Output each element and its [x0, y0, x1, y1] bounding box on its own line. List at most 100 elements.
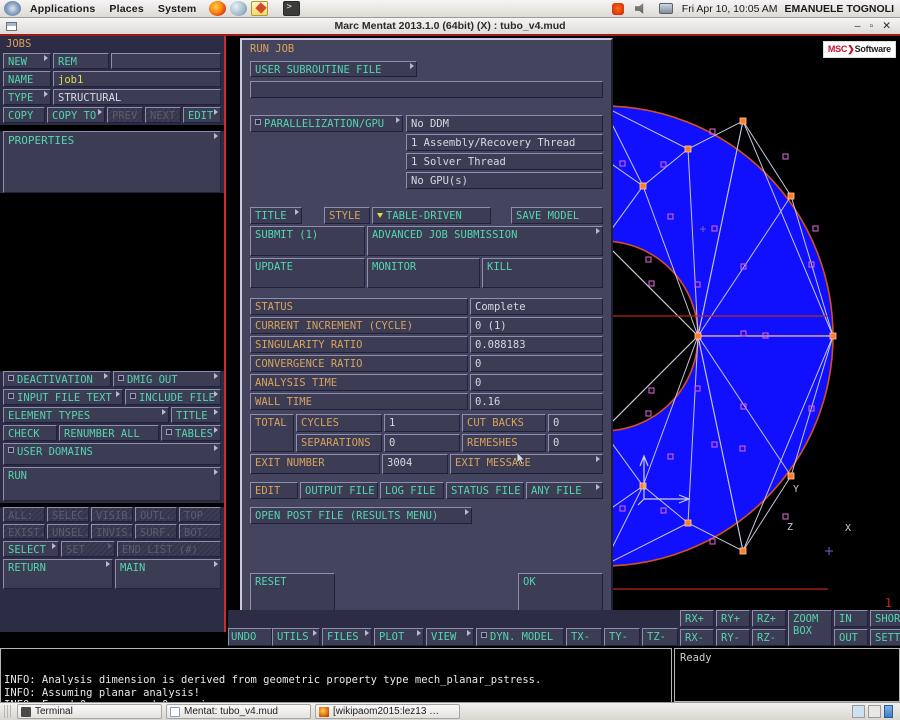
kill-button[interactable]: KILL — [482, 258, 603, 288]
run-button[interactable]: RUN — [3, 467, 221, 501]
main-button[interactable]: MAIN — [115, 559, 221, 589]
window-minimize-button[interactable]: – — [855, 20, 861, 32]
rx-minus-button[interactable]: RX- — [680, 629, 714, 646]
style-dropdown[interactable]: TABLE-DRIVEN — [372, 207, 491, 224]
checkbox-icon[interactable] — [8, 447, 14, 453]
include-file-button[interactable]: INCLUDE FILE — [125, 389, 221, 405]
assembly-threads-field[interactable]: 1 Assembly/Recovery Thread — [406, 134, 603, 151]
update-warning-icon[interactable] — [611, 2, 624, 15]
window-close-button[interactable]: ✕ — [882, 20, 891, 32]
status-row-value-field[interactable]: 0 (1) — [470, 317, 603, 334]
checkbox-icon[interactable] — [166, 429, 172, 435]
type-button[interactable]: TYPE — [3, 89, 51, 105]
status-row-value-field[interactable]: 0.16 — [470, 393, 603, 410]
separations-value-field[interactable]: 0 — [384, 434, 460, 452]
firefox-icon[interactable] — [209, 1, 227, 16]
ty-minus-button[interactable]: TY- — [604, 628, 640, 646]
open-post-file-button[interactable]: OPEN POST FILE (RESULTS MENU) — [250, 507, 472, 524]
parallelization-gpu-button[interactable]: PARALLELIZATION/GPU — [250, 115, 403, 132]
view-button[interactable]: VIEW — [426, 628, 474, 646]
return-button[interactable]: RETURN — [3, 559, 113, 589]
window-maximize-button[interactable]: ▫ — [869, 20, 873, 32]
user-domains-button[interactable]: USER DOMAINS — [3, 443, 221, 465]
new-button[interactable]: NEW — [3, 53, 51, 69]
name-label-button[interactable]: NAME — [3, 71, 51, 87]
tables-button[interactable]: TABLES — [161, 425, 221, 441]
checkbox-icon[interactable] — [481, 632, 487, 638]
deactivation-button[interactable]: DEACTIVATION — [3, 371, 111, 387]
rz-minus-button[interactable]: RZ- — [752, 629, 786, 646]
menu-places[interactable]: Places — [102, 0, 150, 18]
element-types-button[interactable]: ELEMENT TYPES — [3, 407, 169, 423]
ry-minus-button[interactable]: RY- — [716, 629, 750, 646]
dmig-out-button[interactable]: DMIG OUT — [113, 371, 221, 387]
trash-icon[interactable] — [884, 705, 893, 718]
model-viewport[interactable]: MSC❯Software Y X Z 1 — [613, 36, 900, 614]
shortcuts-button[interactable]: SHORTCUTS — [870, 610, 900, 627]
settings-button[interactable]: SETTINGS — [870, 629, 900, 646]
edit-button[interactable]: EDIT — [183, 107, 221, 123]
cycles-value-field[interactable]: 1 — [384, 414, 460, 432]
monitor-button[interactable]: MONITOR — [367, 258, 480, 288]
remeshes-value-field[interactable]: 0 — [548, 434, 603, 452]
tx-minus-button[interactable]: TX- — [566, 628, 602, 646]
zoom-in-button[interactable]: IN — [834, 610, 868, 627]
zoom-box-button[interactable]: ZOOM BOX — [788, 610, 832, 646]
status-row-value-field[interactable]: 0 — [470, 355, 603, 372]
status-file-button[interactable]: STATUS FILE — [446, 482, 524, 499]
select-button[interactable]: SELECT — [3, 541, 59, 557]
checkbox-icon[interactable] — [130, 393, 136, 399]
utils-button[interactable]: UTILS — [272, 628, 320, 646]
checkbox-icon[interactable] — [255, 119, 261, 125]
rem-button[interactable]: REM — [53, 53, 109, 69]
clock[interactable]: Fri Apr 10, 10:05 AM — [682, 3, 778, 15]
save-model-button[interactable]: SAVE MODEL — [511, 207, 603, 224]
job-type-value-field[interactable]: STRUCTURAL — [53, 89, 221, 105]
exit-number-value-field[interactable]: 3004 — [382, 454, 448, 474]
status-row-value-field[interactable]: 0 — [470, 374, 603, 391]
taskbar-item-firefox[interactable]: [wikipaom2015:lez13 … — [315, 704, 460, 719]
check-button[interactable]: CHECK — [3, 425, 57, 441]
log-file-button[interactable]: LOG FILE — [380, 482, 444, 499]
output-file-button[interactable]: OUTPUT FILE — [300, 482, 378, 499]
sidebar-title-button[interactable]: TITLE — [171, 407, 221, 423]
workspace-switcher-2[interactable] — [868, 705, 881, 718]
solver-threads-field[interactable]: 1 Solver Thread — [406, 153, 603, 170]
plot-button[interactable]: PLOT — [374, 628, 424, 646]
text-editor-icon[interactable] — [251, 1, 269, 16]
user-subroutine-file-button[interactable]: USER SUBROUTINE FILE — [250, 61, 417, 77]
undo-button[interactable]: UNDO — [228, 628, 272, 646]
ddm-value-field[interactable]: No DDM — [406, 115, 603, 132]
menu-system[interactable]: System — [151, 0, 204, 18]
tz-minus-button[interactable]: TZ- — [642, 628, 678, 646]
properties-panel[interactable]: PROPERTIES — [3, 131, 221, 193]
dyn-model-button[interactable]: DYN. MODEL — [476, 628, 564, 646]
ry-plus-button[interactable]: RY+ — [716, 610, 750, 627]
job-name-input[interactable]: job1 — [53, 71, 221, 87]
network-icon[interactable] — [658, 3, 673, 14]
taskbar-item-terminal[interactable]: Terminal — [17, 704, 162, 719]
menu-applications[interactable]: Applications — [23, 0, 102, 18]
taskbar-grip[interactable] — [4, 705, 13, 718]
checkbox-icon[interactable] — [8, 375, 14, 381]
status-row-value-field[interactable]: Complete — [470, 298, 603, 315]
volume-icon[interactable] — [634, 3, 644, 14]
dialog-title-button[interactable]: TITLE — [250, 207, 302, 224]
terminal-icon[interactable] — [283, 1, 301, 16]
input-file-text-button[interactable]: INPUT FILE TEXT — [3, 389, 123, 405]
rx-plus-button[interactable]: RX+ — [680, 610, 714, 627]
style-label-button[interactable]: STYLE — [324, 207, 370, 224]
any-file-button[interactable]: ANY FILE — [526, 482, 603, 499]
ok-button[interactable]: OK — [518, 573, 603, 615]
checkbox-icon[interactable] — [118, 375, 124, 381]
gpu-value-field[interactable]: No GPU(s) — [406, 172, 603, 189]
copy-button[interactable]: COPY — [3, 107, 45, 123]
update-button[interactable]: UPDATE — [250, 258, 365, 288]
user-name[interactable]: EMANUELE TOGNOLI — [785, 3, 894, 15]
zoom-out-button[interactable]: OUT — [834, 629, 868, 646]
renumber-all-button[interactable]: RENUMBER ALL — [59, 425, 159, 441]
workspace-switcher-1[interactable] — [852, 705, 865, 718]
taskbar-item-mentat[interactable]: Mentat: tubo_v4.mud — [166, 704, 311, 719]
files-button[interactable]: FILES — [322, 628, 372, 646]
advanced-job-submission-button[interactable]: ADVANCED JOB SUBMISSION — [367, 226, 603, 256]
